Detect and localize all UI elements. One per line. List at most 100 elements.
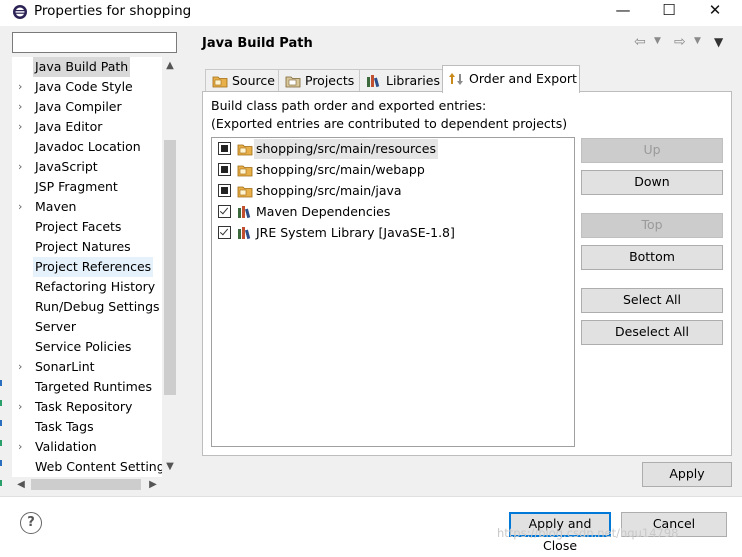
tree-item[interactable]: Targeted Runtimes [12, 377, 162, 397]
filter-input[interactable] [12, 32, 177, 53]
tree-item[interactable]: › Java Editor [12, 117, 162, 137]
tree-item-label: Task Repository [35, 399, 133, 414]
apply-button[interactable]: Apply [642, 462, 732, 487]
down-button[interactable]: Down [581, 170, 723, 195]
tree-item[interactable]: Run/Debug Settings [12, 297, 162, 317]
background-window-edge [0, 380, 2, 486]
up-button[interactable]: Up [581, 138, 723, 163]
tree-item-label: Web Content Settings [35, 459, 162, 474]
chevron-right-icon[interactable]: › [18, 397, 28, 417]
window-title: Properties for shopping [34, 3, 192, 19]
libraries-icon [367, 75, 380, 88]
chevron-right-icon[interactable]: › [18, 157, 28, 177]
chevron-right-icon[interactable]: › [18, 77, 28, 97]
tree-item-label: Project Facets [35, 219, 122, 234]
view-menu-icon[interactable]: ▼ [714, 35, 723, 49]
tree-item-label: Maven [35, 199, 77, 214]
tree-item[interactable]: Web Content Settings [12, 457, 162, 477]
back-arrow-icon[interactable]: ⇦ [634, 34, 646, 50]
tab-libraries[interactable]: Libraries [359, 69, 443, 92]
tree-item-label: Javadoc Location [35, 139, 141, 154]
tree-scroll-thumb[interactable] [164, 140, 176, 395]
tree-item[interactable]: › Task Repository [12, 397, 162, 417]
chevron-right-icon[interactable]: › [18, 437, 28, 457]
chevron-right-icon[interactable]: › [18, 357, 28, 377]
source-folder-icon [212, 76, 228, 88]
tree-item[interactable]: › Java Compiler [12, 97, 162, 117]
top-button[interactable]: Top [581, 213, 723, 238]
entry-label: shopping/src/main/resources [254, 139, 438, 159]
projects-icon [285, 76, 301, 88]
export-checkbox[interactable] [218, 142, 231, 155]
tab-order-and-export[interactable]: Order and Export [442, 65, 580, 93]
export-checkbox[interactable] [218, 184, 231, 197]
tree-item-label: JSP Fragment [35, 179, 118, 194]
tree-item[interactable]: › Maven [12, 197, 162, 217]
export-checkbox[interactable] [218, 205, 231, 218]
chevron-right-icon[interactable]: › [18, 97, 28, 117]
tree-item-label: Task Tags [35, 419, 94, 434]
scroll-up-icon[interactable]: ▲ [162, 59, 178, 73]
scroll-down-icon[interactable]: ▼ [162, 460, 178, 474]
tab-source[interactable]: Source [205, 69, 279, 92]
panel-description-line-1: Build class path order and exported entr… [211, 98, 487, 113]
footer-divider [0, 496, 742, 497]
property-tree: Java Build Path › Java Code Style › Java Com… [12, 57, 162, 477]
tree-item[interactable]: Java Build Path [12, 57, 162, 77]
tree-item[interactable]: › Validation [12, 437, 162, 457]
maximize-button[interactable]: ☐ [646, 0, 692, 22]
entry-label: JRE System Library [JavaSE-1.8] [256, 225, 455, 240]
tree-item-label: Project Natures [35, 239, 131, 254]
tree-item[interactable]: › Java Code Style [12, 77, 162, 97]
export-checkbox[interactable] [218, 163, 231, 176]
deselect-all-button[interactable]: Deselect All [581, 320, 723, 345]
tab-projects[interactable]: Projects [278, 69, 360, 92]
tree-hscroll-thumb[interactable] [31, 479, 141, 490]
tree-item[interactable]: Project Facets [12, 217, 162, 237]
scroll-left-icon[interactable]: ◀ [14, 477, 28, 492]
order-export-icon [449, 73, 463, 85]
tree-item-label: Validation [35, 439, 97, 454]
tab-label: Order and Export [469, 71, 577, 86]
tab-label: Source [232, 73, 275, 88]
tree-item[interactable]: › SonarLint [12, 357, 162, 377]
page-nav-toolbar: ⇦ ▼ ⇨ ▼ ▼ [632, 34, 732, 52]
select-all-button[interactable]: Select All [581, 288, 723, 313]
scroll-right-icon[interactable]: ▶ [146, 477, 160, 492]
forward-arrow-icon[interactable]: ⇨ [674, 34, 686, 50]
entry-label: shopping/src/main/java [256, 183, 402, 198]
tree-item[interactable]: Project References [12, 257, 162, 277]
tree-item[interactable]: Task Tags [12, 417, 162, 437]
bottom-button[interactable]: Bottom [581, 245, 723, 270]
tree-item[interactable]: JSP Fragment [12, 177, 162, 197]
tree-item[interactable]: Server [12, 317, 162, 337]
tree-item[interactable]: Service Policies [12, 337, 162, 357]
tree-item[interactable]: Refactoring History [12, 277, 162, 297]
tree-item[interactable]: Javadoc Location [12, 137, 162, 157]
help-icon[interactable]: ? [20, 512, 42, 534]
chevron-right-icon[interactable]: › [18, 117, 28, 137]
tree-item-label: Java Compiler [35, 99, 122, 114]
panel-description-line-2: (Exported entries are contributed to dep… [211, 116, 568, 131]
minimize-button[interactable]: — [600, 0, 646, 22]
tab-label: Projects [305, 73, 355, 88]
tree-item[interactable]: Project Natures [12, 237, 162, 257]
library-icon [238, 227, 251, 240]
chevron-right-icon[interactable]: › [18, 197, 28, 217]
forward-dropdown-icon[interactable]: ▼ [694, 36, 701, 46]
tree-item[interactable]: › JavaScript [12, 157, 162, 177]
eclipse-app-icon [13, 5, 27, 19]
tree-item-label: JavaScript [35, 159, 98, 174]
tree-item-label: Java Build Path [33, 57, 131, 77]
library-icon [238, 206, 251, 219]
back-dropdown-icon[interactable]: ▼ [654, 36, 661, 46]
close-button[interactable]: ✕ [692, 0, 738, 22]
tree-item-label: Refactoring History [35, 279, 156, 294]
tree-item-label: Server [35, 319, 76, 334]
entry-label: Maven Dependencies [256, 204, 391, 219]
export-checkbox[interactable] [218, 226, 231, 239]
source-folder-icon [237, 165, 253, 177]
source-folder-icon [237, 144, 253, 156]
tree-item-label: Java Code Style [35, 79, 133, 94]
entry-label: shopping/src/main/webapp [256, 162, 425, 177]
